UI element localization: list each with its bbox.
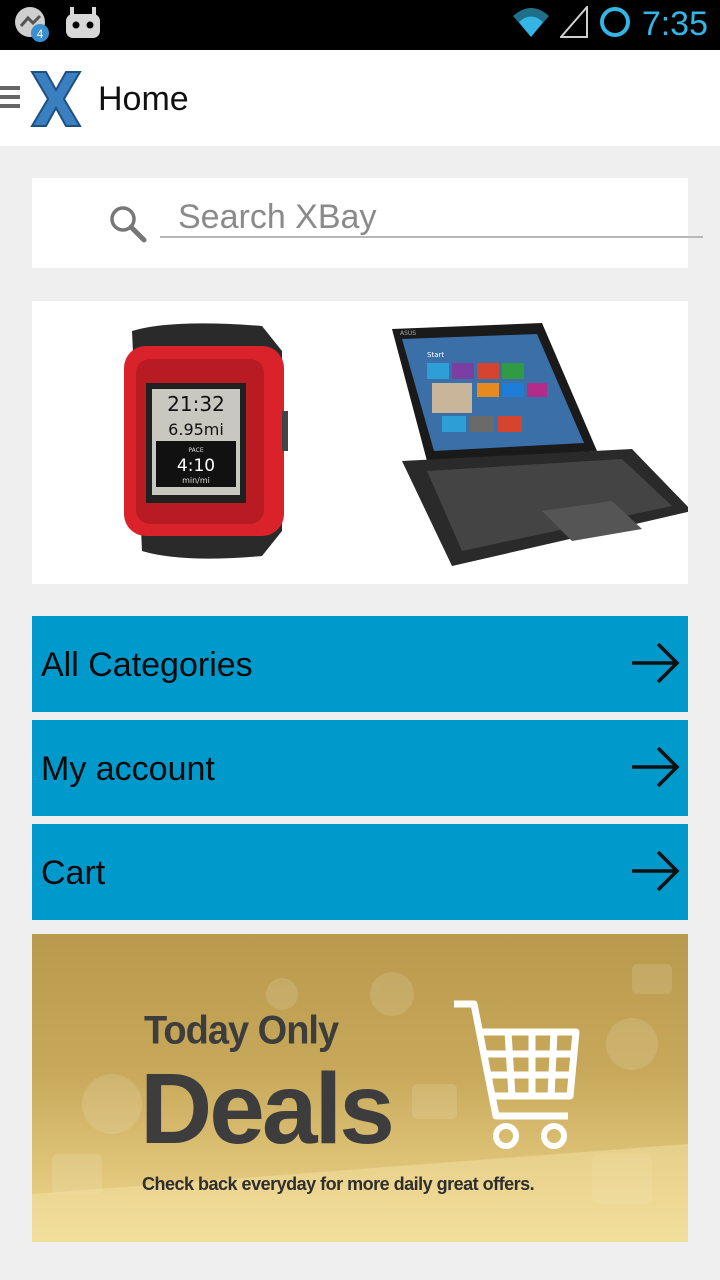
deals-subtitle: Today Only bbox=[144, 1008, 339, 1054]
arrow-right-icon bbox=[630, 848, 680, 899]
watch-distance: 6.95mi bbox=[168, 420, 224, 439]
deals-tagline: Check back everyday for more daily great… bbox=[142, 1174, 535, 1194]
app-bar: Home bbox=[0, 50, 720, 146]
signal-icon bbox=[558, 4, 588, 43]
my-account-label: My account bbox=[41, 750, 215, 788]
notification-count: 4 bbox=[37, 27, 44, 41]
shopping-cart-icon bbox=[450, 996, 590, 1161]
featured-products-banner[interactable]: 21:32 6.95mi PACE 4:10 min/mi ASUS Start bbox=[32, 301, 688, 584]
tablet-brand: ASUS bbox=[400, 330, 416, 337]
battery-circle-icon bbox=[598, 5, 632, 44]
arrow-right-icon bbox=[630, 640, 680, 691]
xbay-logo[interactable] bbox=[30, 70, 82, 133]
my-account-button[interactable]: My account bbox=[32, 720, 688, 816]
today-only-deals-banner[interactable]: Today Only Deals Check back everyday for… bbox=[32, 934, 688, 1242]
search-input[interactable] bbox=[160, 198, 703, 238]
cart-label: Cart bbox=[41, 854, 106, 892]
watch-pace-label: PACE bbox=[188, 447, 203, 454]
search-icon bbox=[108, 204, 148, 249]
page-title: Home bbox=[98, 80, 189, 118]
deals-title: Deals bbox=[140, 1053, 395, 1165]
tablet-image: ASUS Start bbox=[392, 323, 688, 566]
messenger-notification-icon: 4 bbox=[14, 6, 50, 47]
cart-button[interactable]: Cart bbox=[32, 824, 688, 920]
menu-drawer-icon[interactable] bbox=[0, 86, 20, 113]
watch-time: 21:32 bbox=[167, 392, 225, 416]
watch-pace: 4:10 bbox=[177, 456, 215, 476]
arrow-right-icon bbox=[630, 744, 680, 795]
all-categories-label: All Categories bbox=[41, 646, 253, 684]
watch-pace-unit: min/mi bbox=[182, 476, 210, 485]
all-categories-button[interactable]: All Categories bbox=[32, 616, 688, 712]
search-card bbox=[32, 178, 703, 268]
status-bar: 4 7:35 bbox=[0, 0, 720, 50]
cyanogen-bot-icon bbox=[64, 6, 102, 47]
status-clock: 7:35 bbox=[641, 5, 708, 43]
wifi-icon bbox=[512, 6, 550, 43]
tablet-start-label: Start bbox=[427, 351, 444, 359]
smartwatch-image: 21:32 6.95mi PACE 4:10 min/mi bbox=[124, 323, 288, 559]
